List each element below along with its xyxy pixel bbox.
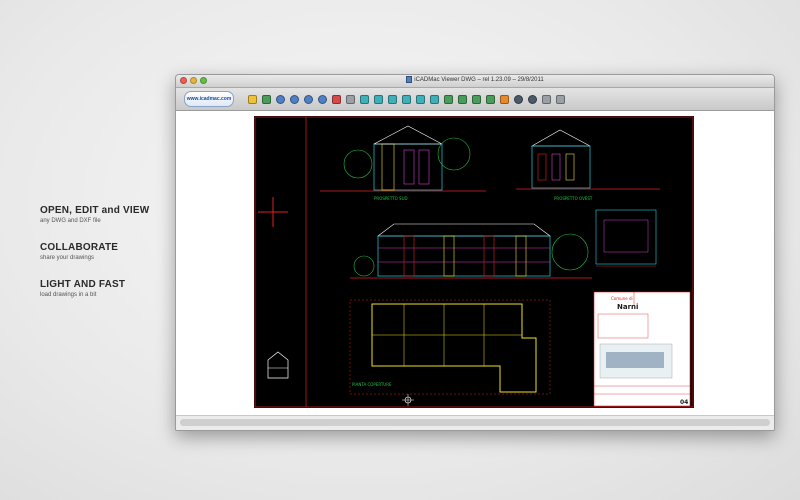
elevation-long xyxy=(350,223,592,279)
feature-subtitle: load drawings in a bit xyxy=(40,292,97,298)
feature-title: LIGHT AND FAST xyxy=(40,279,126,290)
toolbar: www.icadmac.com xyxy=(176,88,774,111)
iso-ne-icon[interactable] xyxy=(472,94,481,104)
iso-se-icon[interactable] xyxy=(458,94,467,104)
floor-plan: PIANTA COPERTURE xyxy=(349,299,551,395)
crosshair-cursor-icon xyxy=(258,197,288,227)
open-folder-icon[interactable] xyxy=(248,94,257,104)
view-front-icon[interactable] xyxy=(416,94,425,104)
print-icon[interactable] xyxy=(542,94,551,104)
cad-drawing[interactable]: PROSPETTO SUD PROSPETTO OVEST PIANTA COP… xyxy=(254,116,694,408)
feature-light-fast: LIGHT AND FAST load drawings in a bit xyxy=(40,279,170,298)
svg-text:PROSPETTO OVEST: PROSPETTO OVEST xyxy=(554,196,593,201)
horizontal-scrollbar[interactable] xyxy=(176,415,774,430)
regen-icon[interactable] xyxy=(346,94,355,104)
feature-subtitle: any DWG and DXF file xyxy=(40,218,101,224)
scrollbar-thumb[interactable] xyxy=(180,419,770,426)
svg-text:PROSPETTO SUD: PROSPETTO SUD xyxy=(374,196,408,201)
layers-icon[interactable] xyxy=(500,94,509,104)
target-symbol xyxy=(402,394,414,406)
feature-list: OPEN, EDIT and VIEW any DWG and DXF file… xyxy=(40,205,170,316)
pan-icon[interactable] xyxy=(332,94,341,104)
titleblock-name: Narni xyxy=(617,303,638,311)
iso-sw-icon[interactable] xyxy=(444,94,453,104)
feature-subtitle: share your drawings xyxy=(40,255,95,261)
zoom-extents-icon[interactable] xyxy=(318,94,327,104)
feature-title: COLLABORATE xyxy=(40,242,119,253)
shade-flat-icon[interactable] xyxy=(514,94,523,104)
view-bottom-icon[interactable] xyxy=(374,94,383,104)
feature-open-edit-view: OPEN, EDIT and VIEW any DWG and DXF file xyxy=(40,205,170,224)
section-detail xyxy=(595,209,657,267)
feature-collaborate: COLLABORATE share your drawings xyxy=(40,242,170,261)
title-block: Comune di Narni 04 xyxy=(593,291,691,407)
document-icon xyxy=(406,76,413,83)
iso-nw-icon[interactable] xyxy=(486,94,495,104)
view-back-icon[interactable] xyxy=(430,94,439,104)
toolbar-tools xyxy=(248,94,565,104)
app-window: iCADMac Viewer DWG – rel 1.23.09 – 29/8/… xyxy=(175,74,775,431)
zoom-window-icon[interactable] xyxy=(304,94,313,104)
titleblock-sheet: 04 xyxy=(680,399,688,406)
window-title-wrap: iCADMac Viewer DWG – rel 1.23.09 – 29/8/… xyxy=(176,76,774,83)
svg-text:PIANTA COPERTURE: PIANTA COPERTURE xyxy=(352,382,392,387)
titleblock-heading: Comune di xyxy=(611,296,633,301)
view-top-icon[interactable] xyxy=(360,94,369,104)
view-left-icon[interactable] xyxy=(388,94,397,104)
title-bar[interactable]: iCADMac Viewer DWG – rel 1.23.09 – 29/8/… xyxy=(176,75,774,88)
zoom-in-icon[interactable] xyxy=(276,94,285,104)
shade-gouraud-icon[interactable] xyxy=(528,94,537,104)
canvas-area[interactable]: PROSPETTO SUD PROSPETTO OVEST PIANTA COP… xyxy=(176,111,774,416)
cube-icon[interactable] xyxy=(556,94,565,104)
elevation-side: PROSPETTO OVEST xyxy=(516,129,660,201)
feature-title: OPEN, EDIT and VIEW xyxy=(40,205,150,216)
elevation-front: PROSPETTO SUD xyxy=(320,125,486,201)
app-logo[interactable]: www.icadmac.com xyxy=(184,91,234,107)
view-right-icon[interactable] xyxy=(402,94,411,104)
zoom-out-icon[interactable] xyxy=(290,94,299,104)
window-title: iCADMac Viewer DWG – rel 1.23.09 – 29/8/… xyxy=(414,77,544,84)
edit-icon[interactable] xyxy=(262,94,271,104)
north-arrow xyxy=(267,351,289,379)
